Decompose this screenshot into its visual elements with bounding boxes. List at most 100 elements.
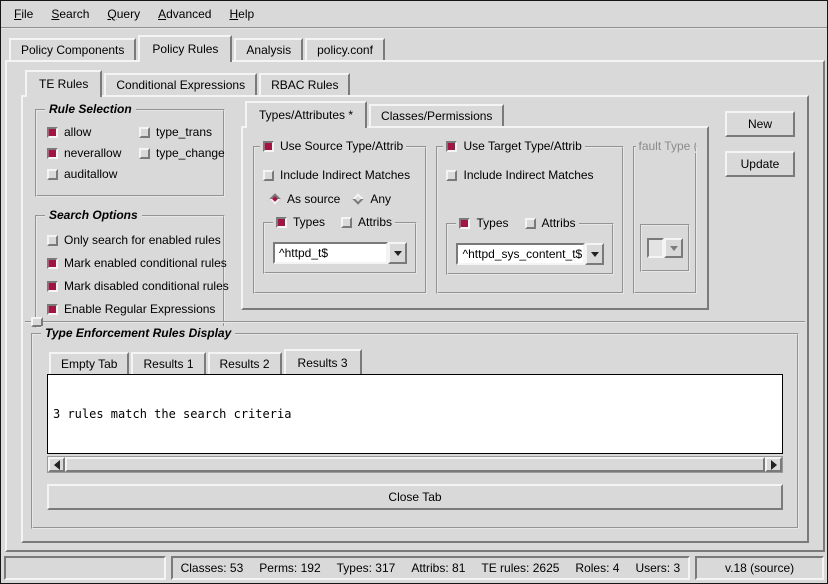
tab-empty[interactable]: Empty Tab [49, 352, 129, 374]
results-text-area[interactable]: 3 rules match the search criteria (5822)… [47, 374, 783, 454]
left-column: Rule Selection allow type_trans [35, 109, 225, 328]
checkbox-source-attribs[interactable]: Attribs [341, 215, 392, 229]
checkbox-label: Attribs [542, 216, 576, 230]
checkbox-target-types[interactable]: Types [459, 216, 508, 230]
checkbox-indicator-icon [47, 258, 58, 269]
statusbar: Classes: 53 Perms: 192 Types: 317 Attrib… [4, 556, 824, 580]
checkbox-indicator-icon [47, 304, 58, 315]
scroll-left-button[interactable] [48, 457, 65, 472]
checkbox-indicator-icon [276, 217, 287, 228]
checkbox-source-types[interactable]: Types [276, 215, 325, 229]
checkbox-label: Use Target Type/Attrib [463, 139, 581, 153]
checkbox-use-target-type[interactable]: Use Target Type/Attrib [443, 139, 584, 153]
target-type-combobox: ^httpd_sys_content_t$ [456, 243, 604, 265]
default-type-input [647, 238, 664, 258]
chevron-down-icon [670, 246, 678, 255]
results-summary: 3 rules match the search criteria [53, 407, 777, 422]
checkbox-mark-enabled-conditional[interactable]: Mark enabled conditional rules [47, 256, 219, 270]
te-rules-panel: Rule Selection allow type_trans [21, 95, 809, 543]
checkbox-label: allow [64, 125, 91, 139]
tab-results-2[interactable]: Results 2 [208, 352, 282, 374]
te-tabrow: TE Rules Conditional Expressions RBAC Ru… [21, 70, 809, 95]
checkbox-indicator-icon [139, 127, 150, 138]
tab-policy-conf[interactable]: policy.conf [305, 38, 385, 60]
main-notebook: Policy Components Policy Rules Analysis … [5, 35, 825, 552]
checkbox-indicator-icon [47, 235, 58, 246]
checkbox-label: neverallow [64, 146, 121, 160]
status-version-cell: v.18 (source) [695, 556, 824, 580]
checkbox-label: Mark enabled conditional rules [64, 256, 227, 270]
types-attributes-panel: Use Source Type/Attrib Include Indirect … [241, 126, 709, 310]
tab-te-rules[interactable]: TE Rules [25, 70, 102, 97]
radio-any[interactable]: Any [352, 192, 391, 206]
status-left-cell [4, 556, 166, 580]
stat-classes: Classes: 53 [181, 561, 244, 575]
source-type-input[interactable]: ^httpd_t$ [273, 242, 388, 264]
tab-analysis[interactable]: Analysis [234, 38, 303, 60]
tab-conditional-expressions[interactable]: Conditional Expressions [104, 73, 257, 95]
checkbox-auditallow[interactable]: auditallow [47, 167, 139, 181]
target-type-input[interactable]: ^httpd_sys_content_t$ [456, 243, 585, 265]
checkbox-indicator-icon [47, 281, 58, 292]
menu-help[interactable]: Help [220, 2, 263, 26]
radio-indicator-icon [353, 193, 364, 204]
menu-search[interactable]: Search [42, 2, 98, 26]
checkbox-label: Only search for enabled rules [64, 233, 221, 247]
checkbox-label: type_trans [156, 125, 212, 139]
action-buttons: New Update [725, 111, 795, 191]
checkbox-label: Types [293, 215, 325, 229]
menu-query[interactable]: Query [98, 2, 149, 26]
checkbox-label: Include Indirect Matches [463, 168, 593, 182]
checkbox-indicator-icon [341, 217, 352, 228]
checkbox-enable-regex[interactable]: Enable Regular Expressions [47, 302, 219, 316]
tab-policy-rules[interactable]: Policy Rules [138, 35, 232, 62]
source-kind-frame: Types Attribs ^httpd_t$ [263, 222, 417, 274]
menu-file[interactable]: File [5, 2, 42, 26]
default-type-combobox [647, 238, 683, 258]
checkbox-target-indirect[interactable]: Include Indirect Matches [446, 168, 614, 182]
stat-types: Types: 317 [337, 561, 396, 575]
source-type-dropdown-button[interactable] [388, 242, 407, 264]
checkbox-type-change[interactable]: type_change [139, 146, 225, 160]
checkbox-only-enabled-rules[interactable]: Only search for enabled rules [47, 233, 219, 247]
tab-rbac-rules[interactable]: RBAC Rules [259, 73, 350, 95]
tab-classes-permissions[interactable]: Classes/Permissions [369, 104, 504, 126]
checkbox-indicator-icon [47, 169, 58, 180]
tab-types-attributes[interactable]: Types/Attributes * [245, 101, 367, 128]
update-button[interactable]: Update [725, 151, 795, 177]
new-button[interactable]: New [725, 111, 795, 137]
rules-display-title: Type Enforcement Rules Display [41, 326, 235, 340]
horizontal-scrollbar[interactable] [47, 456, 783, 473]
tab-results-3[interactable]: Results 3 [284, 349, 362, 376]
checkbox-mark-disabled-conditional[interactable]: Mark disabled conditional rules [47, 279, 219, 293]
scroll-right-icon [771, 460, 782, 470]
tab-policy-components[interactable]: Policy Components [9, 38, 136, 60]
checkbox-label: Use Source Type/Attrib [280, 139, 403, 153]
rule-selection-grid: allow type_trans neverallow [47, 125, 219, 181]
checkbox-indicator-icon [139, 148, 150, 159]
te-notebook: TE Rules Conditional Expressions RBAC Ru… [21, 70, 809, 543]
tab-results-1[interactable]: Results 1 [131, 352, 205, 374]
target-type-dropdown-button[interactable] [585, 243, 604, 265]
results-tabrow: Empty Tab Results 1 Results 2 Results 3 [45, 349, 785, 374]
checkbox-type-trans[interactable]: type_trans [139, 125, 225, 139]
checkbox-target-attribs[interactable]: Attribs [525, 216, 576, 230]
target-kind-row: Types Attribs [456, 216, 578, 230]
checkbox-label: Types [476, 216, 508, 230]
checkbox-neverallow[interactable]: neverallow [47, 146, 139, 160]
checkbox-indicator-icon [263, 170, 274, 181]
source-radio-row: As source Any [263, 192, 417, 206]
default-type-dropdown-button [664, 238, 683, 258]
checkbox-use-source-type[interactable]: Use Source Type/Attrib [260, 139, 406, 153]
checkbox-allow[interactable]: allow [47, 125, 139, 139]
default-type-title: fault Type (Disa [636, 139, 696, 153]
target-kind-frame: Types Attribs ^httpd_sys_content_t [446, 223, 614, 275]
source-type-combobox: ^httpd_t$ [273, 242, 407, 264]
rule-selection-title: Rule Selection [45, 102, 136, 116]
close-tab-button[interactable]: Close Tab [47, 484, 783, 510]
checkbox-source-indirect[interactable]: Include Indirect Matches [263, 168, 417, 182]
menu-advanced[interactable]: Advanced [149, 2, 220, 26]
radio-as-source[interactable]: As source [269, 192, 340, 206]
scroll-right-button[interactable] [765, 457, 782, 472]
scrollbar-thumb[interactable] [65, 457, 765, 472]
